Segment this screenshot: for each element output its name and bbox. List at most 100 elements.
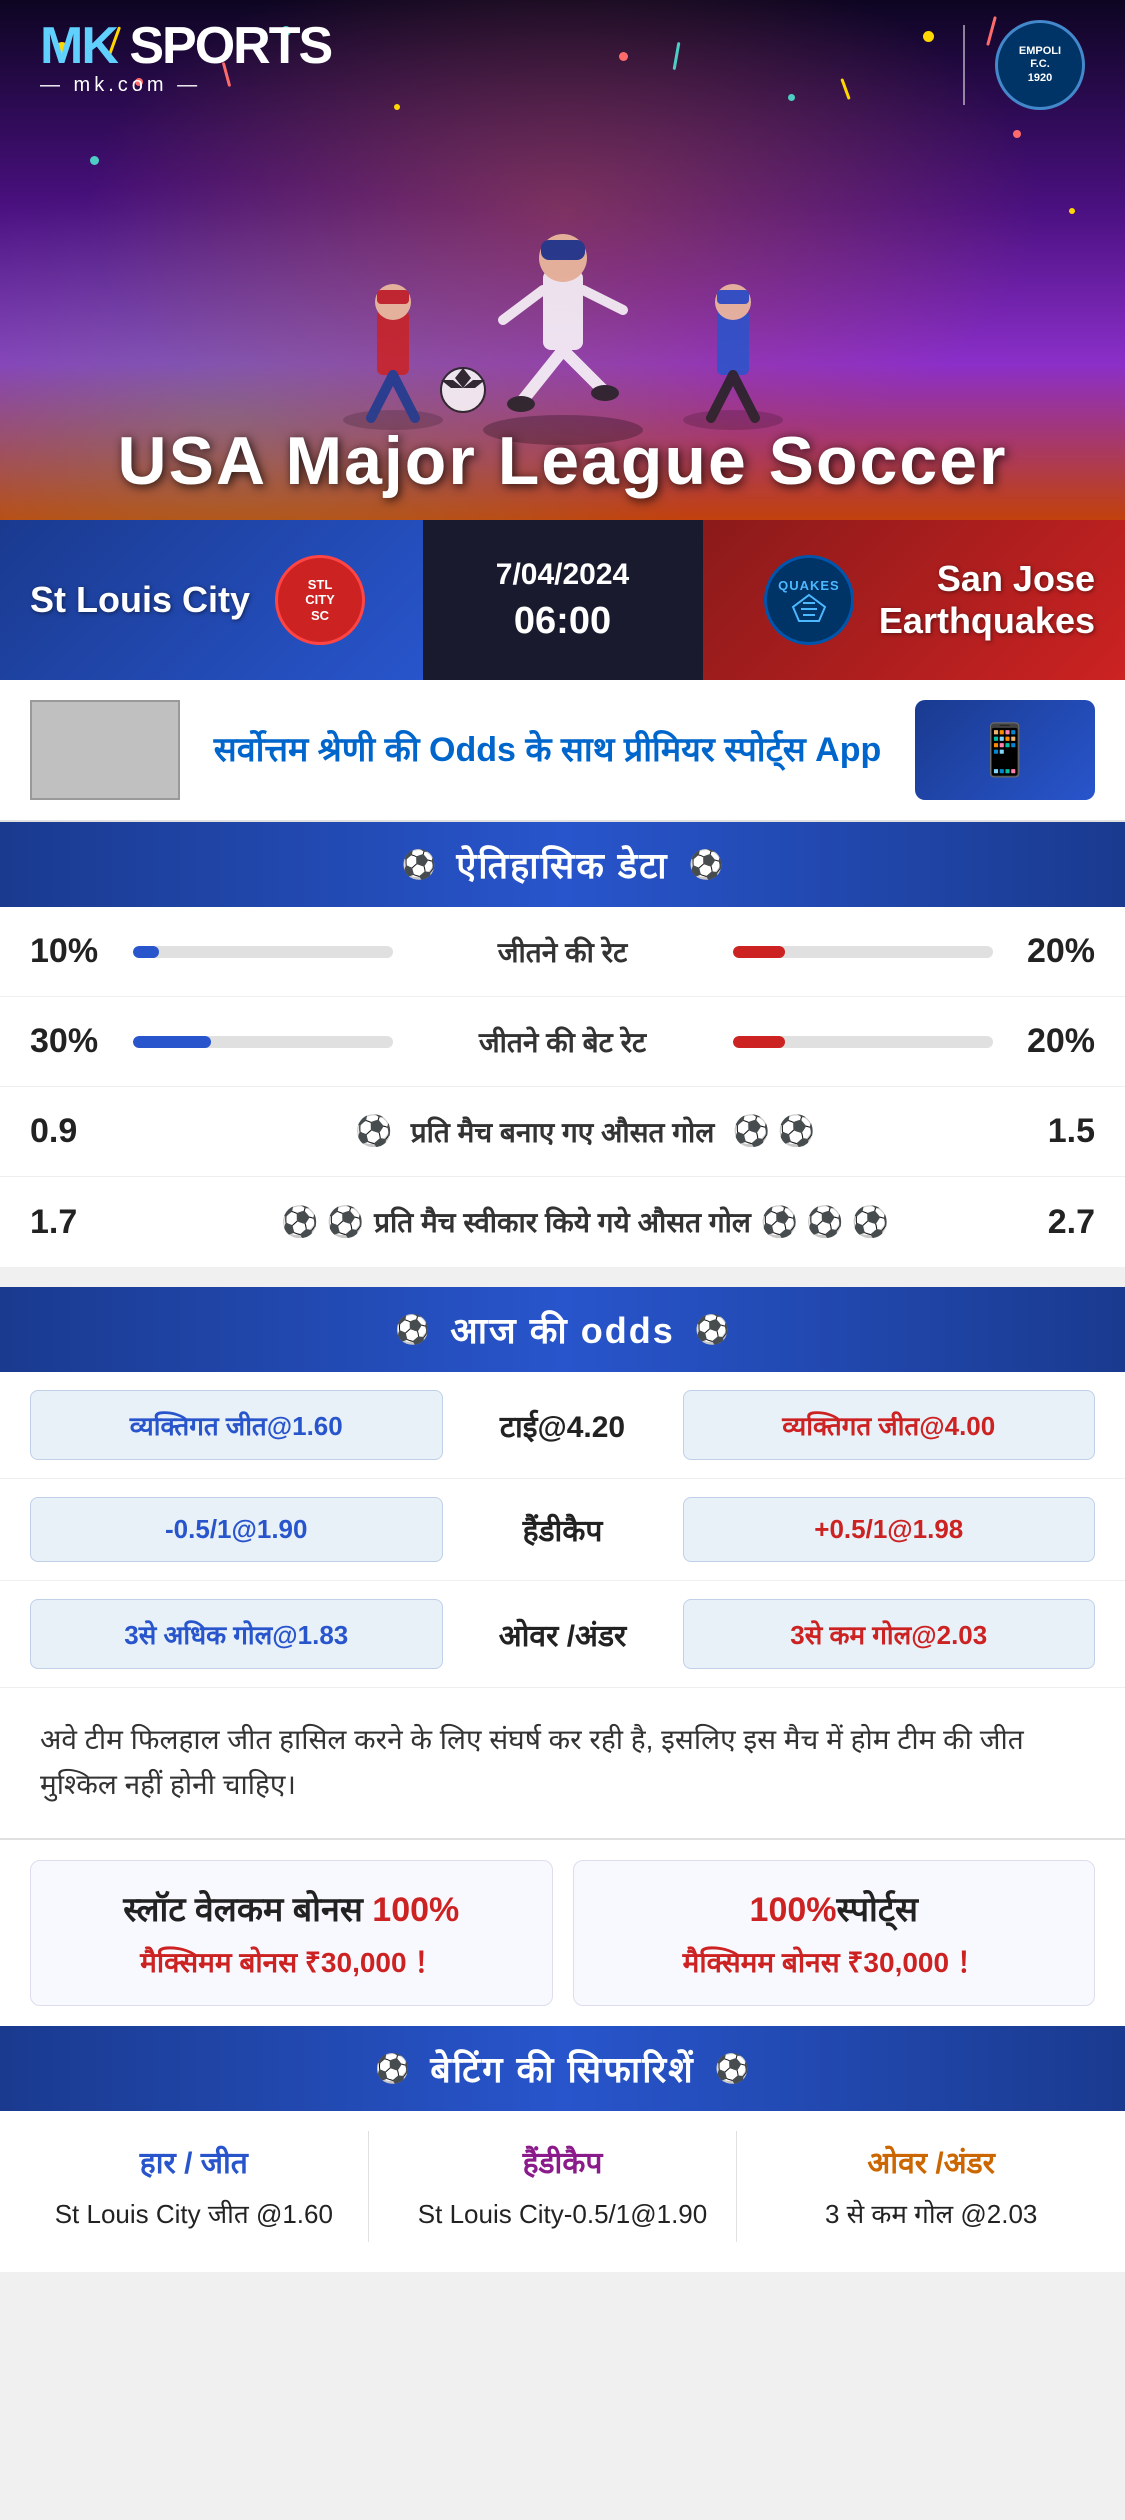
stat-row-goals-conceded: 1.7 ⚽ ⚽ प्रति मैच स्वीकार किये गये औसत ग…	[0, 1177, 1125, 1267]
analysis-text: अवे टीम फिलहाल जीत हासिल करने के लिए संघ…	[40, 1724, 1024, 1800]
stat-right-bet-rate: 20%	[1015, 1022, 1095, 1061]
bonus-card-sports[interactable]: 100%स्पोर्ट्स मैक्सिमम बोनस ₹30,000 ！	[573, 1860, 1096, 2006]
odds-title: आज की odds	[450, 1305, 674, 1354]
ball-icon-odds-right: ⚽	[695, 1313, 730, 1346]
historical-title: ऐतिहासिक डेटा	[456, 840, 668, 889]
odds-away-handicap[interactable]: +0.5/1@1.98	[683, 1497, 1096, 1562]
ball-icon-odds-left: ⚽	[395, 1313, 430, 1346]
match-center: 7/04/2024 06:00	[423, 520, 703, 680]
odds-section: व्यक्तिगत जीत@1.60 टाई@4.20 व्यक्तिगत जी…	[0, 1372, 1125, 1687]
home-team-logo: STLCITYSC	[270, 550, 370, 650]
odds-handicap-label: हैंडीकैप	[463, 1509, 663, 1550]
odds-row-win: व्यक्तिगत जीत@1.60 टाई@4.20 व्यक्तिगत जी…	[0, 1372, 1125, 1479]
ball-icon-right-conceded3: ⚽	[852, 1205, 889, 1240]
odds-row-handicap: -0.5/1@1.90 हैंडीकैप +0.5/1@1.98	[0, 1479, 1125, 1581]
home-team-name: St Louis City	[30, 579, 250, 621]
stat-label-win-rate: जीतने की रेट	[403, 933, 723, 971]
promo-app-preview: 📱	[915, 700, 1095, 800]
betting-col-handicap: हैंडीकैप St Louis City-0.5/1@1.90	[389, 2131, 738, 2242]
header-logo-area: MK SPORTS — mk.com — EMPOLIF.C.1920	[0, 20, 1125, 110]
ball-icon-right: ⚽	[689, 848, 724, 881]
odds-header: ⚽ आज की odds ⚽	[0, 1287, 1125, 1372]
ball-icon-right-goals1: ⚽	[733, 1114, 770, 1149]
stat-label-goals-conceded: प्रति मैच स्वीकार किये गये औसत गोल	[374, 1203, 751, 1241]
partner-name: EMPOLIF.C.1920	[1019, 45, 1061, 85]
bonus-section: स्लॉट वेलकम बोनस 100% मैक्सिमम बोनस ₹30,…	[0, 1838, 1125, 2026]
ball-icon-right-conceded1: ⚽	[761, 1205, 798, 1240]
players-illustration	[0, 100, 1125, 450]
stat-bar-left-win	[130, 946, 393, 958]
stat-right-goals-scored: 1.5	[1015, 1112, 1095, 1151]
ball-icon-betting-right: ⚽	[715, 2052, 750, 2085]
ball-icon-right-conceded2: ⚽	[806, 1205, 843, 1240]
stat-left-bet-rate: 30%	[30, 1022, 110, 1061]
bonus-slots-amount: मैक्सिमम बोनस ₹30,000 ！	[51, 1941, 532, 1981]
historical-header: ⚽ ऐतिहासिक डेटा ⚽	[0, 822, 1125, 907]
analysis-section: अवे टीम फिलहाल जीत हासिल करने के लिए संघ…	[0, 1687, 1125, 1838]
odds-home-win[interactable]: व्यक्तिगत जीत@1.60	[30, 1390, 443, 1460]
banner-title: USA Major League Soccer	[0, 422, 1125, 500]
ball-icon-left-goals: ⚽	[355, 1114, 392, 1149]
betting-handicap-rec: St Louis City-0.5/1@1.90	[418, 2196, 707, 2232]
stat-left-goals-conceded: 1.7	[30, 1203, 110, 1242]
match-bar: St Louis City STLCITYSC 7/04/2024 06:00 …	[0, 520, 1125, 680]
stat-icons-goals-conceded: ⚽ ⚽ प्रति मैच स्वीकार किये गये औसत गोल ⚽…	[130, 1203, 995, 1241]
betting-header: ⚽ बेटिंग की सिफारिशें ⚽	[0, 2026, 1125, 2111]
stat-bars-bet-rate: जीतने की बेट रेट	[130, 1023, 995, 1061]
promo-text: सर्वोत्तम श्रेणी की Odds के साथ प्रीमियर…	[200, 728, 895, 772]
stat-bars-win-rate: जीतने की रेट	[130, 933, 995, 971]
bonus-sports-title: 100%स्पोर्ट्स	[594, 1885, 1075, 1931]
logo-divider	[963, 25, 965, 105]
betting-win-title: हार / जीत	[140, 2141, 248, 2182]
betting-handicap-title: हैंडीकैप	[523, 2141, 603, 2182]
betting-col-win: हार / जीत St Louis City जीत @1.60	[20, 2131, 369, 2242]
stat-row-bet-rate: 30% जीतने की बेट रेट 20%	[0, 997, 1125, 1087]
stat-label-goals-scored: प्रति मैच बनाए गए औसत गोल	[403, 1113, 723, 1151]
promo-banner: सर्वोत्तम श्रेणी की Odds के साथ प्रीमियर…	[0, 680, 1125, 822]
promo-image	[30, 700, 180, 800]
betting-overunder-title: ओवर /अंडर	[867, 2141, 995, 2182]
brand-name: MK SPORTS	[40, 20, 331, 72]
odds-row-overunder: 3से अधिक गोल@1.83 ओवर /अंडर 3से कम गोल@2…	[0, 1581, 1125, 1687]
odds-over[interactable]: 3से अधिक गोल@1.83	[30, 1599, 443, 1669]
stat-row-goals-scored: 0.9 ⚽ प्रति मैच बनाए गए औसत गोल ⚽ ⚽ 1.5	[0, 1087, 1125, 1177]
mk-sports-logo: MK SPORTS — mk.com —	[40, 20, 331, 97]
odds-overunder-label: ओवर /अंडर	[463, 1614, 663, 1655]
odds-away-win[interactable]: व्यक्तिगत जीत@4.00	[683, 1390, 1096, 1460]
odds-home-handicap[interactable]: -0.5/1@1.90	[30, 1497, 443, 1562]
betting-win-rec: St Louis City जीत @1.60	[55, 2196, 333, 2232]
stat-right-goals-conceded: 2.7	[1015, 1203, 1095, 1242]
betting-title: बेटिंग की सिफारिशें	[430, 2044, 695, 2093]
stat-label-bet-rate: जीतने की बेट रेट	[403, 1023, 723, 1061]
stat-icons-goals-scored: ⚽ प्रति मैच बनाए गए औसत गोल ⚽ ⚽	[130, 1113, 995, 1151]
bonus-sports-amount: मैक्सिमम बोनस ₹30,000 ！	[594, 1941, 1075, 1981]
odds-tie: टाई@4.20	[463, 1405, 663, 1446]
stat-left-goals-scored: 0.9	[30, 1112, 110, 1151]
odds-under[interactable]: 3से कम गोल@2.03	[683, 1599, 1096, 1669]
away-team: QUAKES San Jose Earthquakes	[703, 520, 1125, 680]
bonus-slots-title: स्लॉट वेलकम बोनस 100%	[51, 1885, 532, 1931]
stat-right-win-rate: 20%	[1015, 932, 1095, 971]
away-team-logo: QUAKES	[759, 550, 859, 650]
bonus-card-slots[interactable]: स्लॉट वेलकम बोनस 100% मैक्सिमम बोनस ₹30,…	[30, 1860, 553, 2006]
away-team-name: San Jose Earthquakes	[879, 558, 1095, 642]
brand-url: — mk.com —	[40, 74, 201, 97]
ball-icon-left-conceded2: ⚽	[327, 1205, 364, 1240]
home-team: St Louis City STLCITYSC	[0, 520, 423, 680]
stat-row-win-rate: 10% जीतने की रेट 20%	[0, 907, 1125, 997]
betting-col-overunder: ओवर /अंडर 3 से कम गोल @2.03	[757, 2131, 1105, 2242]
betting-overunder-rec: 3 से कम गोल @2.03	[825, 2196, 1037, 2232]
stat-bar-right-win	[733, 946, 996, 958]
partner-logo: EMPOLIF.C.1920	[995, 20, 1085, 110]
phone-icon: 📱	[974, 721, 1036, 780]
header-banner: MK SPORTS — mk.com — EMPOLIF.C.1920	[0, 0, 1125, 520]
stats-section: 10% जीतने की रेट 20% 30% ज	[0, 907, 1125, 1267]
ball-icon-right-goals2: ⚽	[778, 1114, 815, 1149]
ball-icon-betting-left: ⚽	[375, 2052, 410, 2085]
betting-grid: हार / जीत St Louis City जीत @1.60 हैंडीक…	[0, 2111, 1125, 2272]
match-time: 06:00	[514, 600, 611, 643]
ball-icon-left-conceded1: ⚽	[281, 1205, 318, 1240]
betting-section: हार / जीत St Louis City जीत @1.60 हैंडीक…	[0, 2111, 1125, 2272]
ball-icon-left: ⚽	[402, 848, 437, 881]
stat-left-win-rate: 10%	[30, 932, 110, 971]
